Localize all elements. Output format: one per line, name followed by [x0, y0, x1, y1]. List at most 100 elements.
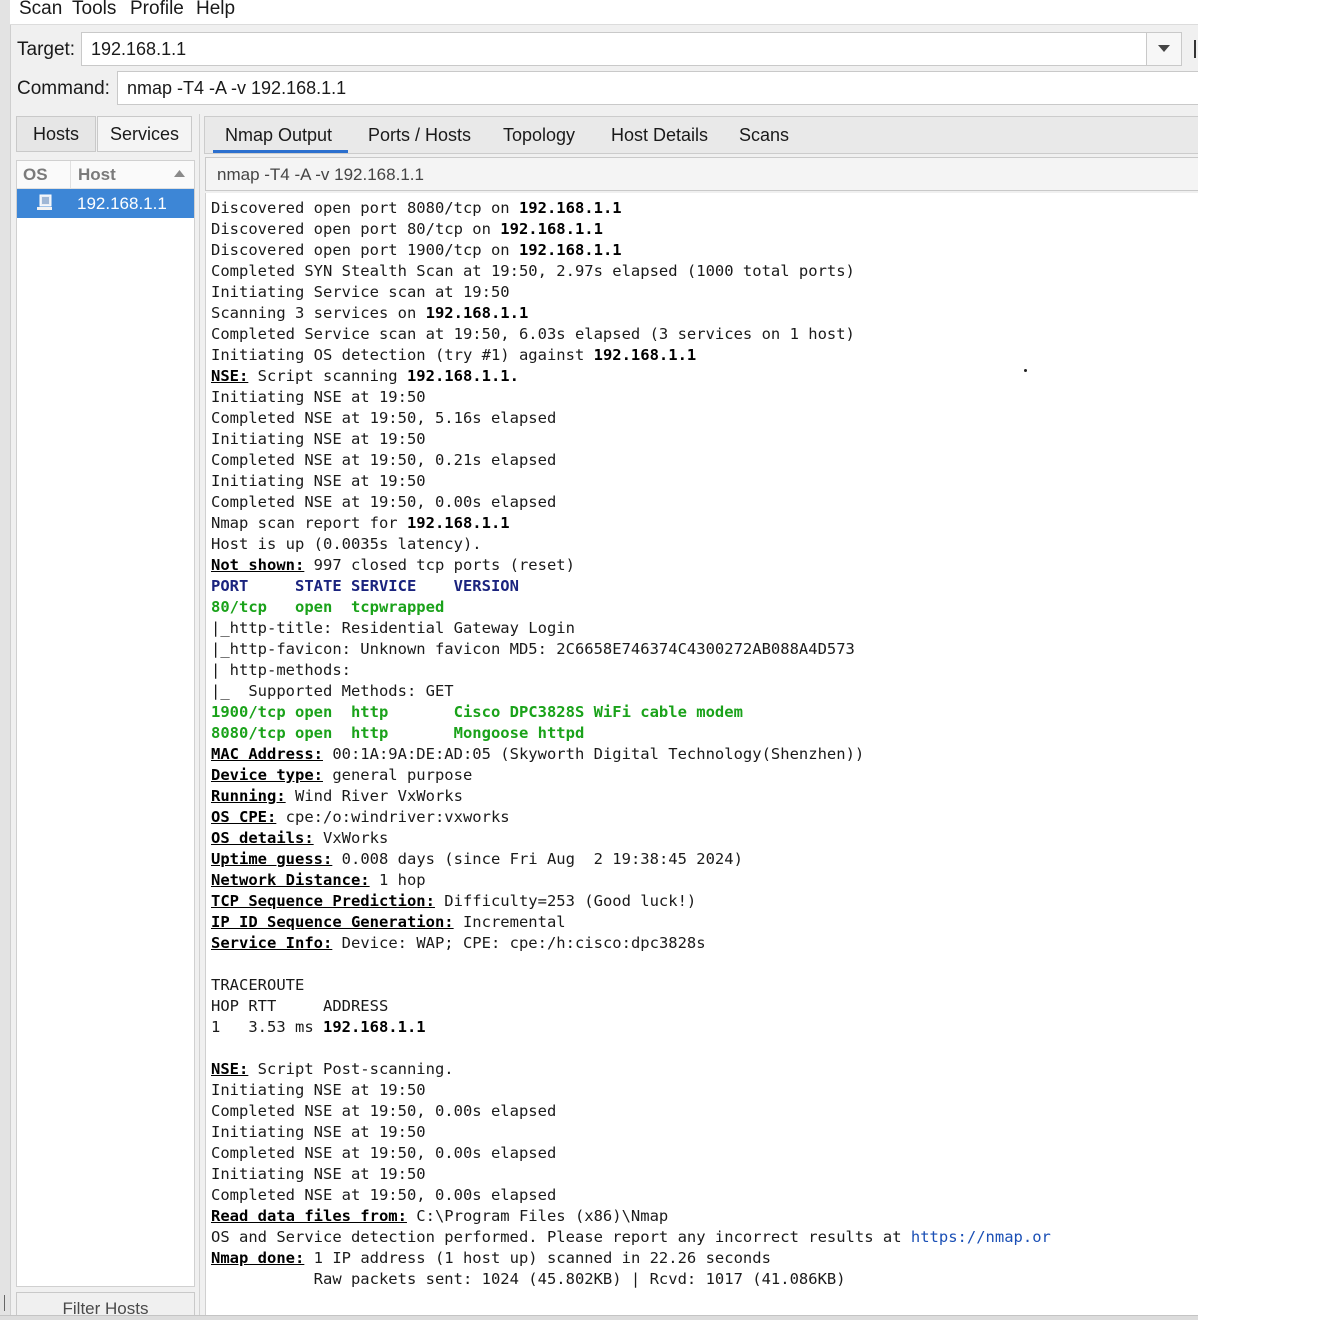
host-list: OS Host 192.168.1.1	[16, 160, 195, 1287]
output-segment: IP ID Sequence Generation:	[211, 913, 454, 931]
output-segment: HOP RTT ADDRESS	[211, 997, 389, 1015]
target-combobox[interactable]: 192.168.1.1	[81, 32, 1182, 66]
output-segment: OS and Service detection performed. Plea…	[211, 1228, 911, 1246]
tab-topology[interactable]: Topology	[503, 125, 575, 146]
output-line: NSE: Script scanning 192.168.1.1.	[211, 366, 1051, 387]
tab-ports-hosts[interactable]: Ports / Hosts	[368, 125, 471, 146]
output-segment: 192.168.1.1	[500, 220, 603, 238]
output-line: MAC Address: 00:1A:9A:DE:AD:05 (Skyworth…	[211, 744, 1051, 765]
target-dropdown-button[interactable]	[1146, 33, 1181, 65]
output-line: Initiating Service scan at 19:50	[211, 282, 1051, 303]
output-line: Not shown: 997 closed tcp ports (reset)	[211, 555, 1051, 576]
output-line: Completed NSE at 19:50, 0.00s elapsed	[211, 1185, 1051, 1206]
output-segment: TRACEROUTE	[211, 976, 305, 994]
output-segment: 997 closed tcp ports (reset)	[304, 556, 575, 574]
output-line: Completed Service scan at 19:50, 6.03s e…	[211, 324, 1051, 345]
output-line: Device type: general purpose	[211, 765, 1051, 786]
scan-selector-value: nmap -T4 -A -v 192.168.1.1	[217, 165, 424, 184]
output-segment: Wind River VxWorks	[285, 787, 463, 805]
chevron-down-icon	[1158, 45, 1170, 52]
column-os[interactable]: OS	[23, 165, 48, 185]
scan-selector[interactable]: nmap -T4 -A -v 192.168.1.1	[205, 157, 1198, 191]
output-segment: Script Post-scanning.	[248, 1060, 454, 1078]
host-list-header: OS Host	[17, 161, 194, 189]
output-segment: 1 IP address (1 host up) scanned in 22.2…	[304, 1249, 771, 1267]
output-segment: Difficulty=253 (Good luck!)	[434, 892, 697, 910]
output-line: Nmap done: 1 IP address (1 host up) scan…	[211, 1248, 1051, 1269]
tab-hosts[interactable]: Hosts	[16, 116, 96, 152]
output-segment: Nmap scan report for	[211, 514, 407, 532]
output-line: TRACEROUTE	[211, 975, 1051, 996]
output-segment: Discovered open port 80/tcp on	[211, 220, 501, 238]
output-segment: Running:	[211, 787, 286, 805]
output-segment: 1900/tcp open http Cisco DPC3828S WiFi c…	[211, 703, 743, 721]
output-segment: NSE:	[211, 1060, 249, 1078]
output-line: Completed NSE at 19:50, 5.16s elapsed	[211, 408, 1051, 429]
window-edge-mark	[4, 1295, 5, 1311]
computer-icon	[37, 194, 52, 210]
tab-scans[interactable]: Scans	[739, 125, 789, 146]
output-line: |_http-favicon: Unknown favicon MD5: 2C6…	[211, 639, 1051, 660]
tab-services[interactable]: Services	[97, 116, 192, 152]
menu-tools[interactable]: Tools	[72, 0, 116, 20]
output-segment: 192.168.1.1.	[406, 367, 519, 385]
panel-divider[interactable]	[199, 114, 200, 1320]
output-segment: Completed NSE at 19:50, 0.00s elapsed	[211, 1102, 557, 1120]
output-line: HOP RTT ADDRESS	[211, 996, 1051, 1017]
column-divider	[70, 161, 71, 188]
output-link[interactable]: https://nmap.or	[911, 1228, 1051, 1246]
output-segment: Completed NSE at 19:50, 0.00s elapsed	[211, 1144, 557, 1162]
output-segment: Scanning 3 services on	[211, 304, 426, 322]
command-label: Command:	[17, 78, 110, 99]
output-line: Nmap scan report for 192.168.1.1	[211, 513, 1051, 534]
target-label: Target:	[17, 39, 76, 60]
output-line: Discovered open port 1900/tcp on 192.168…	[211, 240, 1051, 261]
output-line: Host is up (0.0035s latency).	[211, 534, 1051, 555]
output-line: Initiating NSE at 19:50	[211, 429, 1051, 450]
output-segment: Initiating NSE at 19:50	[211, 430, 426, 448]
output-segment: PORT STATE SERVICE VERSION	[211, 577, 519, 595]
output-segment: NSE:	[211, 367, 249, 385]
output-line: Completed NSE at 19:50, 0.00s elapsed	[211, 1143, 1051, 1164]
output-line: |_http-title: Residential Gateway Login	[211, 618, 1051, 639]
output-segment: Completed NSE at 19:50, 0.21s elapsed	[211, 451, 557, 469]
output-segment: Initiating NSE at 19:50	[211, 1123, 426, 1141]
column-host[interactable]: Host	[78, 165, 116, 185]
active-tab-indicator	[213, 150, 348, 153]
output-segment: Initiating NSE at 19:50	[211, 388, 426, 406]
output-line: Completed NSE at 19:50, 0.00s elapsed	[211, 492, 1051, 513]
output-line: Initiating NSE at 19:50	[211, 1080, 1051, 1101]
output-segment: 00:1A:9A:DE:AD:05 (Skyworth Digital Tech…	[322, 745, 865, 763]
output-line: Discovered open port 8080/tcp on 192.168…	[211, 198, 1051, 219]
tab-nmap-output[interactable]: Nmap Output	[225, 125, 332, 146]
target-input[interactable]: 192.168.1.1	[91, 39, 186, 60]
output-segment: Script scanning	[248, 367, 407, 385]
output-line: Completed NSE at 19:50, 0.21s elapsed	[211, 450, 1051, 471]
menu-help[interactable]: Help	[196, 0, 235, 20]
menu-bar: Scan Tools Profile Help	[10, 0, 1198, 25]
nmap-output-area[interactable]: Discovered open port 8080/tcp on 192.168…	[205, 193, 1198, 1315]
host-row[interactable]: 192.168.1.1	[17, 189, 194, 218]
output-segment: VxWorks	[313, 829, 389, 847]
menu-profile[interactable]: Profile	[130, 0, 184, 20]
output-segment: 1 hop	[369, 871, 426, 889]
output-line: Uptime guess: 0.008 days (since Fri Aug …	[211, 849, 1051, 870]
tab-host-details[interactable]: Host Details	[611, 125, 708, 146]
output-line: Service Info: Device: WAP; CPE: cpe:/h:c…	[211, 933, 1051, 954]
right-panel-tabs: Nmap Output Ports / Hosts Topology Host …	[204, 116, 1198, 154]
output-segment: Network Distance:	[211, 871, 370, 889]
output-line: OS and Service detection performed. Plea…	[211, 1227, 1051, 1248]
output-segment: Host is up (0.0035s latency).	[211, 535, 482, 553]
output-segment: Initiating OS detection (try #1) against	[211, 346, 594, 364]
output-line: | http-methods:	[211, 660, 1051, 681]
output-line: Initiating NSE at 19:50	[211, 471, 1051, 492]
output-segment: cpe:/o:windriver:vxworks	[276, 808, 510, 826]
command-input[interactable]: nmap -T4 -A -v 192.168.1.1	[127, 78, 346, 99]
output-line: OS CPE: cpe:/o:windriver:vxworks	[211, 807, 1051, 828]
output-segment: Device type:	[211, 766, 323, 784]
output-segment: general purpose	[322, 766, 473, 784]
output-segment: 192.168.1.1	[322, 1018, 426, 1036]
menu-scan[interactable]: Scan	[19, 0, 62, 20]
command-field[interactable]: nmap -T4 -A -v 192.168.1.1	[117, 71, 1198, 105]
output-segment: TCP Sequence Prediction:	[211, 892, 435, 910]
